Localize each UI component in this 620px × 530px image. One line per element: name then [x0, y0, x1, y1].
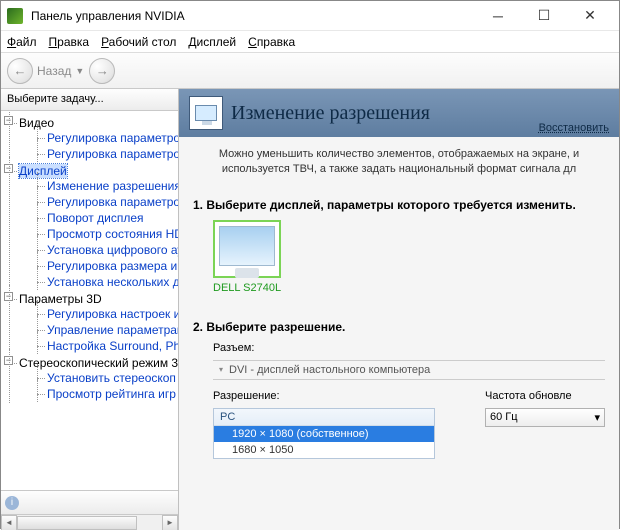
monitor-label: DELL S2740L [213, 282, 281, 294]
collapse-icon[interactable]: − [4, 164, 13, 173]
tree-category-display[interactable]: − Дисплей Изменение разрешения Регулиров… [5, 163, 178, 291]
scroll-right-button[interactable]: ► [162, 515, 178, 530]
menu-edit[interactable]: Правка [49, 35, 90, 49]
monitor-item[interactable]: DELL S2740L [213, 220, 281, 294]
info-icon[interactable]: i [5, 496, 19, 510]
app-icon [7, 8, 23, 24]
tree-item[interactable]: Просмотр состояния HDC [33, 226, 178, 242]
refresh-label: Частота обновле [485, 390, 605, 402]
sidebar-footer: i [1, 490, 178, 514]
back-button[interactable]: ← [7, 58, 33, 84]
menu-desktop[interactable]: Рабочий стол [101, 35, 176, 49]
scroll-thumb[interactable] [17, 516, 137, 530]
collapse-icon[interactable]: − [4, 116, 13, 125]
task-tree[interactable]: − Видео Регулировка параметров Регулиров… [1, 111, 178, 490]
forward-arrow-icon: → [96, 64, 109, 77]
step2-label: 2. Выберите разрешение. [193, 320, 605, 334]
menu-display[interactable]: Дисплей [188, 35, 236, 49]
tree-item[interactable]: Установка цифрового ау [33, 242, 178, 258]
tree-item[interactable]: Просмотр рейтинга игр [33, 386, 178, 402]
back-arrow-icon: ← [14, 64, 27, 77]
connector-select[interactable]: ▾ DVI - дисплей настольного компьютера [213, 360, 605, 380]
tree-category-3d[interactable]: − Параметры 3D Регулировка настроек и Уп… [5, 291, 178, 355]
main-content: Изменение разрешения Восстановить Можно … [179, 89, 619, 530]
menu-help[interactable]: Справка [248, 35, 295, 49]
dropdown-icon: ▾ [219, 365, 223, 374]
monitor-icon [213, 220, 281, 278]
resolution-label: Разрешение: [213, 390, 435, 402]
tree-item[interactable]: Управление параметрам [33, 322, 178, 338]
step1-label: 1. Выберите дисплей, параметры которого … [193, 198, 605, 212]
tree-item[interactable]: Регулировка настроек и [33, 306, 178, 322]
close-button[interactable]: ✕ [567, 1, 613, 31]
tree-item[interactable]: Установить стереоскоп [33, 370, 178, 386]
connector-label: Разъем: [193, 342, 605, 354]
dropdown-icon: ▾ [594, 411, 600, 424]
resolution-option[interactable]: 1920 × 1080 (собственное) [214, 426, 434, 442]
menu-bar: Файл Правка Рабочий стол Дисплей Справка [1, 31, 619, 53]
content-header: Изменение разрешения Восстановить [179, 89, 619, 137]
menu-file[interactable]: Файл [7, 35, 37, 49]
side-panel: Выберите задачу... − Видео Регулировка п… [1, 89, 179, 530]
sidebar-heading: Выберите задачу... [1, 89, 178, 111]
content-title: Изменение разрешения [231, 102, 430, 125]
maximize-button[interactable]: ☐ [521, 1, 567, 31]
back-label: Назад [37, 64, 71, 78]
tree-item[interactable]: Установка нескольких д [33, 274, 178, 290]
refresh-select[interactable]: 60 Гц ▾ [485, 408, 605, 427]
intro-text: Можно уменьшить количество элементов, от… [193, 147, 605, 178]
connector-value: DVI - дисплей настольного компьютера [229, 364, 430, 376]
resolution-group: PC [214, 409, 434, 426]
resolution-list[interactable]: PC 1920 × 1080 (собственное) 1680 × 1050 [213, 408, 435, 459]
collapse-icon[interactable]: − [4, 292, 13, 301]
tree-selected: Дисплей [19, 164, 67, 178]
window-title: Панель управления NVIDIA [31, 9, 185, 23]
restore-link[interactable]: Восстановить [539, 122, 609, 134]
sidebar-h-scrollbar[interactable]: ◄ ► [1, 514, 178, 530]
tree-item[interactable]: Поворот дисплея [33, 210, 178, 226]
scroll-left-button[interactable]: ◄ [1, 515, 17, 530]
forward-button[interactable]: → [89, 58, 115, 84]
display-header-icon [189, 96, 223, 130]
tree-item[interactable]: Регулировка параметров [33, 146, 178, 162]
title-bar: Панель управления NVIDIA ─ ☐ ✕ [1, 1, 619, 31]
nav-toolbar: ← Назад ▼ → [1, 53, 619, 89]
tree-category-stereo[interactable]: − Стереоскопический режим 3 Установить с… [5, 355, 178, 403]
resolution-option[interactable]: 1680 × 1050 [214, 442, 434, 458]
refresh-value: 60 Гц [490, 411, 518, 423]
tree-item[interactable]: Изменение разрешения [33, 178, 178, 194]
back-dropdown-icon[interactable]: ▼ [75, 66, 85, 76]
tree-item[interactable]: Регулировка параметров [33, 130, 178, 146]
minimize-button[interactable]: ─ [475, 1, 521, 31]
collapse-icon[interactable]: − [4, 356, 13, 365]
tree-item[interactable]: Регулировка размера и п [33, 258, 178, 274]
tree-item[interactable]: Настройка Surround, Phy [33, 338, 178, 354]
tree-category-video[interactable]: − Видео Регулировка параметров Регулиров… [5, 115, 178, 163]
tree-item[interactable]: Регулировка параметров [33, 194, 178, 210]
